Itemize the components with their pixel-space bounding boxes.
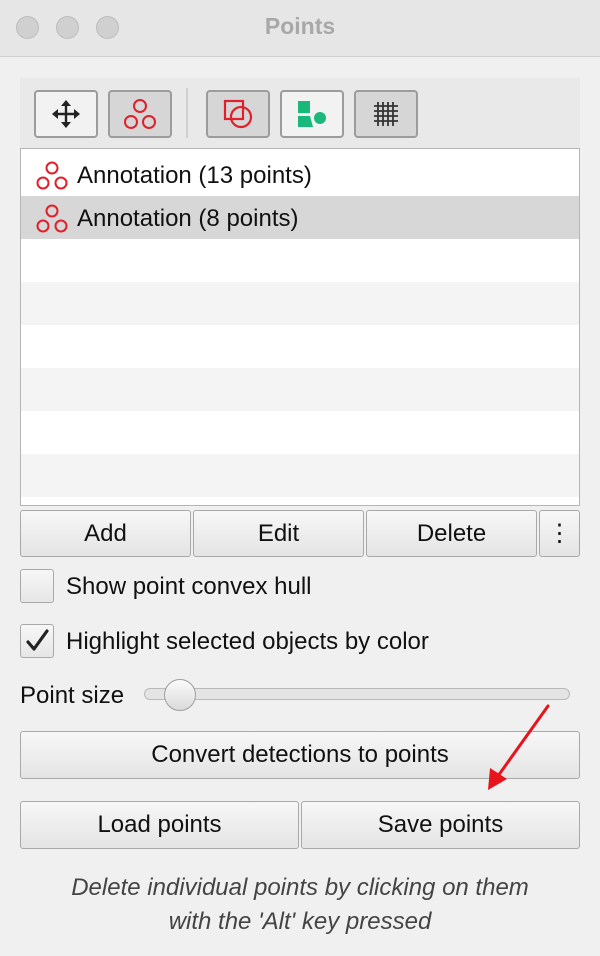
points-icon: [36, 161, 68, 190]
point-size-label: Point size: [20, 682, 125, 709]
empty-row: [21, 368, 579, 411]
convert-detections-button[interactable]: Convert detections to points: [20, 731, 580, 779]
edit-button[interactable]: Edit: [193, 510, 364, 557]
grid-icon: [374, 102, 398, 126]
overlay-shapes-button[interactable]: [206, 90, 270, 138]
move-tool-button[interactable]: [34, 90, 98, 138]
annotation-row[interactable]: Annotation (13 points): [21, 153, 579, 196]
annotation-row-selected[interactable]: Annotation (8 points): [21, 196, 579, 239]
detections-icon: [298, 101, 326, 127]
point-size-slider-thumb[interactable]: [163, 679, 196, 711]
checkmark-icon: [26, 629, 49, 651]
more-options-button[interactable]: ⋮: [539, 510, 580, 557]
convex-hull-checkbox[interactable]: [20, 569, 54, 603]
delete-button[interactable]: Delete: [366, 510, 537, 557]
detections-button[interactable]: [280, 90, 344, 138]
toolbar: [20, 78, 580, 149]
empty-row: [21, 454, 579, 497]
points-icon: [36, 204, 68, 233]
annotation-list[interactable]: Annotation (13 points) Annotation (8 poi…: [20, 148, 580, 506]
overlay-shapes-icon: [223, 99, 253, 129]
title-bar: Points: [0, 0, 600, 57]
point-size-slider-track[interactable]: [144, 688, 570, 700]
annotation-label: Annotation (13 points): [77, 162, 312, 189]
hint-line-2: with the 'Alt' key pressed: [168, 908, 432, 935]
highlight-label: Highlight selected objects by color: [66, 628, 429, 655]
convex-hull-label: Show point convex hull: [66, 573, 312, 600]
toolbar-separator: [186, 88, 188, 138]
grid-button[interactable]: [354, 90, 418, 138]
load-points-button[interactable]: Load points: [20, 801, 299, 849]
empty-row: [21, 282, 579, 325]
move-icon: [52, 100, 80, 128]
save-points-button[interactable]: Save points: [301, 801, 580, 849]
add-button[interactable]: Add: [20, 510, 191, 557]
highlight-checkbox[interactable]: [20, 624, 54, 658]
annotation-label: Annotation (8 points): [77, 205, 299, 232]
points-icon: [124, 99, 156, 129]
window-title: Points: [264, 13, 336, 39]
points-tool-button[interactable]: [108, 90, 172, 138]
hint-line-1: Delete individual points by clicking on …: [71, 874, 529, 901]
